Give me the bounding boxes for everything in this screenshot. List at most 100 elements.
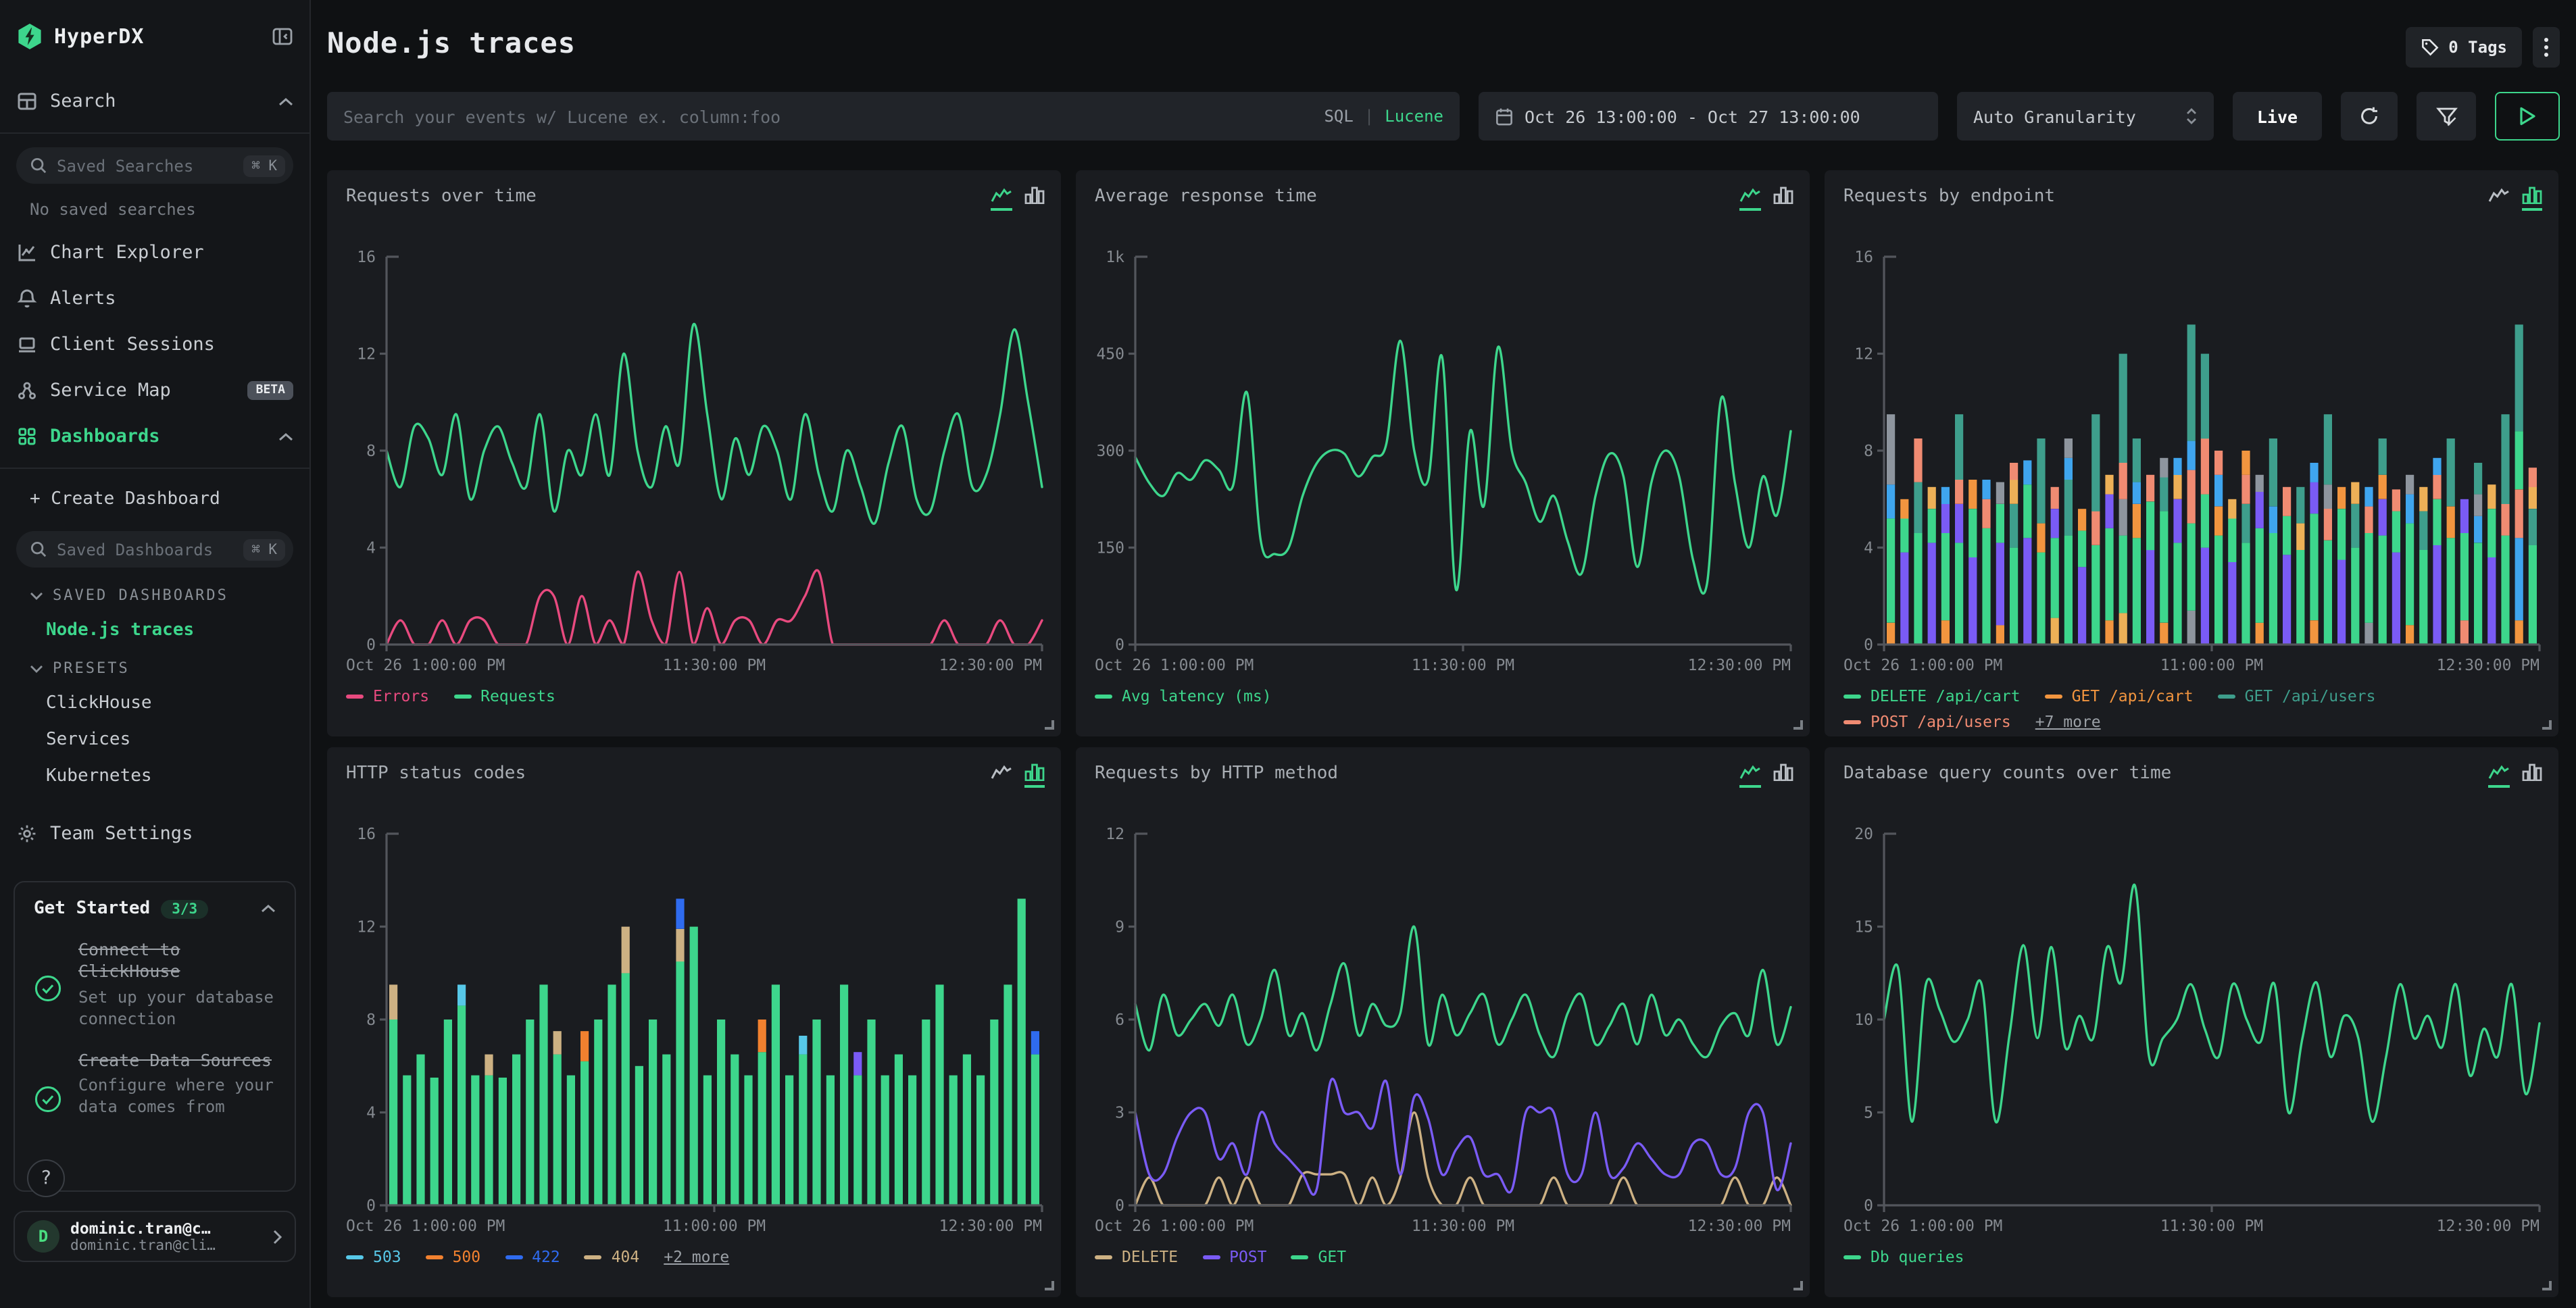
legend-more-link[interactable]: +2 more [664,1247,729,1266]
sidebar-item-search[interactable]: Search [16,78,293,124]
sidebar-item-alerts[interactable]: Alerts [16,276,293,322]
legend-item[interactable]: DELETE /api/cart [1843,686,2021,705]
chart-title: Database query counts over time [1843,763,2171,784]
sidebar-item-client-sessions[interactable]: Client Sessions [16,322,293,368]
app-root: HyperDX Search Saved Searches ⌘ K No sav… [0,0,2576,1308]
y-tick-label: 8 [1864,443,1873,460]
y-tick-label: 16 [357,826,376,843]
legend-item[interactable]: DELETE [1095,1247,1178,1266]
saved-dashboards-section-header[interactable]: SAVED DASHBOARDS [30,586,293,604]
sidebar-item-dashboards[interactable]: Dashboards [16,413,293,459]
bar-chart-toggle-icon[interactable] [2522,763,2542,785]
resize-handle-icon[interactable] [1793,1281,1803,1290]
tags-button[interactable]: 0 Tags [2405,27,2522,68]
x-axis-labels: Oct 26 1:00:00 PM11:30:00 PM12:30:00 PM [327,655,1061,677]
y-tick-label: 12 [1854,346,1873,363]
bar-chart-toggle-icon[interactable] [1024,186,1045,208]
line-chart-toggle-icon[interactable] [1739,186,1761,211]
sidebar-item-chart-explorer[interactable]: Chart Explorer [16,230,293,276]
run-query-button[interactable] [2495,92,2560,141]
legend-item[interactable]: GET /api/users [2218,686,2376,705]
bar-chart-toggle-icon[interactable] [1773,763,1793,785]
event-search-input[interactable]: Search your events w/ Lucene ex. column:… [327,92,1460,141]
refresh-button[interactable] [2341,92,2398,141]
get-started-item-title: Create Data Sources [78,1050,281,1072]
resize-handle-icon[interactable] [1793,720,1803,730]
search-icon [30,157,47,174]
get-started-item-title: Connect to ClickHouse [78,939,281,983]
legend-swatch [1095,694,1112,698]
legend-item[interactable]: 503 [346,1247,401,1266]
sidebar-preset-services[interactable]: Services [46,730,293,750]
sidebar-preset-kubernetes[interactable]: Kubernetes [46,766,293,786]
chevron-up-icon[interactable] [261,904,276,913]
filter-button[interactable] [2417,92,2476,141]
sidebar-dashboard-nodejs-traces[interactable]: Node.js traces [46,620,293,640]
bar-chart-toggle-icon[interactable] [1773,186,1793,208]
sidebar-collapse-icon[interactable] [272,26,293,47]
resize-handle-icon[interactable] [1045,1281,1054,1290]
legend-label: GET [1318,1247,1347,1266]
sidebar-item-label: Chart Explorer [50,242,293,263]
legend-item[interactable]: Errors [346,686,429,705]
sidebar-preset-clickhouse[interactable]: ClickHouse [46,693,293,713]
granularity-select[interactable]: Auto Granularity [1957,92,2214,141]
line-chart-toggle-icon[interactable] [991,763,1012,785]
legend-item[interactable]: POST /api/users [1843,712,2011,731]
line-chart-toggle-icon[interactable] [991,186,1012,211]
get-started-item-description: Configure where your data comes from [78,1074,281,1118]
legend-item[interactable]: 422 [505,1247,560,1266]
y-tick-label: 9 [1115,919,1124,936]
y-tick-label: 6 [1115,1011,1124,1029]
user-account-button[interactable]: D dominic.tran@c… dominic.tran@cli… [14,1211,296,1262]
legend-item[interactable]: GET /api/cart [2045,686,2194,705]
bar-chart-toggle-icon[interactable] [2522,186,2542,211]
check-circle-icon [34,1085,62,1118]
legend-item[interactable]: Db queries [1843,1247,1964,1266]
line-chart-toggle-icon[interactable] [1739,763,1761,788]
no-saved-searches-label: No saved searches [30,200,293,219]
legend-label: 500 [453,1247,481,1266]
chart-explorer-icon [16,242,38,263]
sql-toggle[interactable]: SQL [1324,107,1353,126]
line-chart-toggle-icon[interactable] [2488,763,2510,788]
x-tick-label: 12:30:00 PM [2437,655,2540,674]
line-chart-toggle-icon[interactable] [2488,186,2510,208]
get-started-item[interactable]: Create Data Sources Configure where your… [34,1050,276,1118]
more-menu-button[interactable] [2533,27,2560,68]
legend-item[interactable]: Requests [453,686,555,705]
legend-item[interactable]: 500 [426,1247,481,1266]
service-map-icon [16,380,38,401]
bar-chart-toggle-icon[interactable] [1024,763,1045,788]
date-range-picker[interactable]: Oct 26 13:00:00 - Oct 27 13:00:00 [1479,92,1938,141]
create-dashboard-button[interactable]: + Create Dashboard [16,480,293,518]
presets-section-header[interactable]: PRESETS [30,659,293,677]
legend-swatch [1095,1255,1112,1259]
legend-item[interactable]: Avg latency (ms) [1095,686,1272,705]
legend-item[interactable]: POST [1202,1247,1266,1266]
live-button[interactable]: Live [2233,92,2322,141]
sidebar-item-team-settings[interactable]: Team Settings [16,811,293,857]
section-header-label: PRESETS [53,659,130,677]
x-tick-label: Oct 26 1:00:00 PM [1843,1216,2002,1235]
y-tick-label: 300 [1096,443,1124,460]
legend-item[interactable]: GET [1291,1247,1347,1266]
x-axis-labels: Oct 26 1:00:00 PM11:30:00 PM12:30:00 PM [1076,1216,1810,1238]
sidebar-item-service-map[interactable]: Service Map BETA [16,368,293,413]
chart-card-average-response-time: Average response time 1k4503001500 Oct 2… [1076,170,1810,736]
resize-handle-icon[interactable] [2542,1281,2552,1290]
divider [0,132,309,134]
legend-item[interactable]: 404 [585,1247,640,1266]
dashboards-icon [16,426,38,447]
resize-handle-icon[interactable] [1045,720,1054,730]
saved-dashboards-input[interactable]: Saved Dashboards ⌘ K [16,531,293,568]
x-tick-label: Oct 26 1:00:00 PM [1843,655,2002,674]
legend-more-link[interactable]: +7 more [2035,712,2101,731]
get-started-title: Get Started [34,899,150,919]
chart-title: HTTP status codes [346,763,526,784]
help-button[interactable]: ? [27,1159,65,1197]
resize-handle-icon[interactable] [2542,720,2552,730]
saved-searches-input[interactable]: Saved Searches ⌘ K [16,147,293,184]
get-started-item[interactable]: Connect to ClickHouse Set up your databa… [34,939,276,1030]
lucene-toggle[interactable]: Lucene [1385,107,1443,126]
